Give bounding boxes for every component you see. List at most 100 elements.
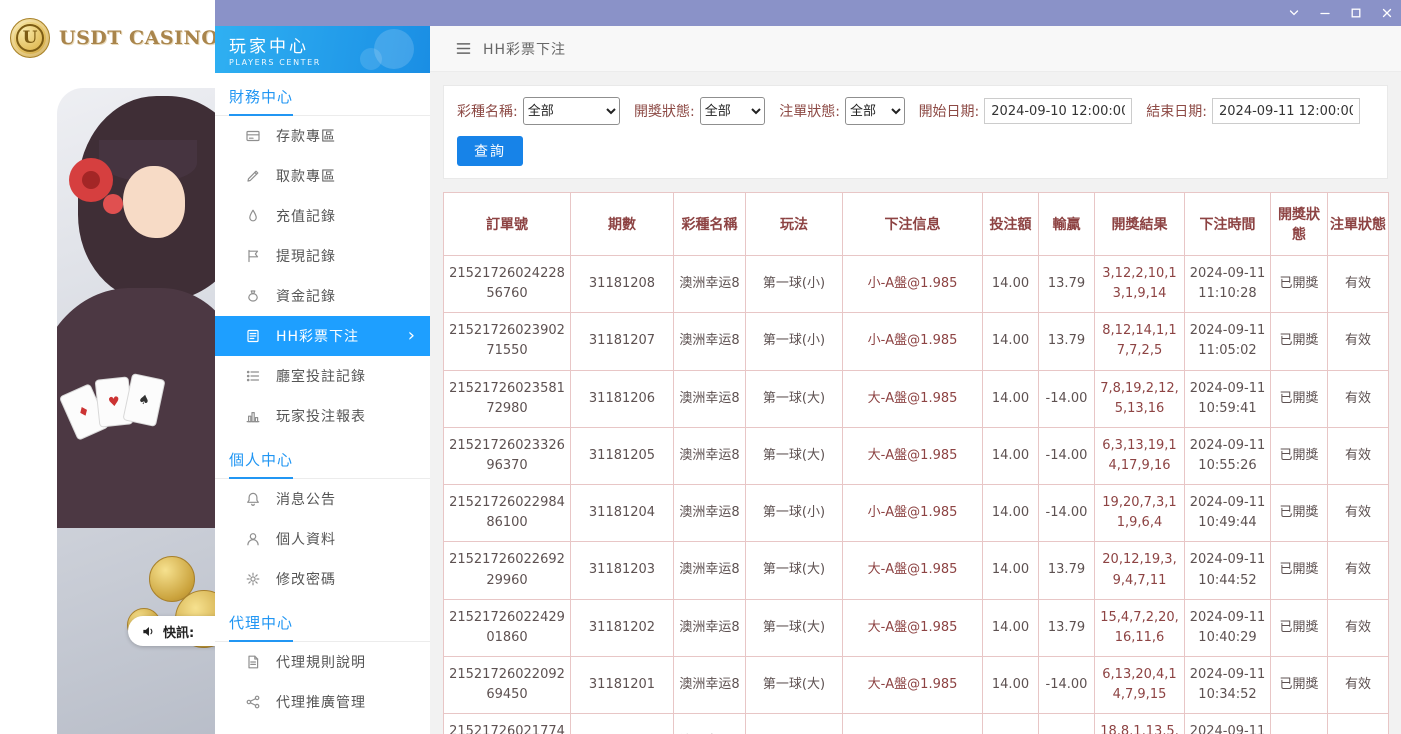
column-header: 彩種名稱 <box>674 193 746 256</box>
sidebar-item-recharge-record[interactable]: 充值記錄 <box>215 196 430 236</box>
sidebar-item-label: 消息公告 <box>276 489 336 509</box>
order-status-select[interactable]: 全部 <box>845 97 905 125</box>
cell-bet_time: 2024-09-11 11:05:02 <box>1185 313 1271 370</box>
sidebar-item-label: 充值記錄 <box>276 206 336 226</box>
content-topbar: HH彩票下注 <box>430 26 1401 72</box>
cell-order_no: 2152172602269229960 <box>444 542 571 599</box>
cell-period: 31181207 <box>571 313 674 370</box>
cell-bet_info: 小-A盤@1.985 <box>843 485 983 542</box>
sidebar-nav: 財務中心存款專區取款專區充值記錄提現記錄資金記錄HH彩票下注›廳室投註記錄玩家投… <box>215 73 430 722</box>
sidebar-item-announcements[interactable]: 消息公告 <box>215 479 430 519</box>
withdraw-icon <box>245 168 261 184</box>
brand-logo: U USDT CASINO <box>0 0 215 75</box>
cell-result: 6,3,13,19,14,17,9,16 <box>1095 427 1185 484</box>
column-header: 投注額 <box>983 193 1039 256</box>
sidebar-item-agent-rules[interactable]: 代理規則說明 <box>215 642 430 682</box>
cell-win: -14.00 <box>1039 714 1095 734</box>
cell-amount: 14.00 <box>983 485 1039 542</box>
cell-order_status: 有效 <box>1328 542 1389 599</box>
cell-win: -14.00 <box>1039 370 1095 427</box>
cell-draw_status: 已開獎 <box>1271 714 1328 734</box>
start-date-input[interactable] <box>984 98 1132 124</box>
cell-period: 31181202 <box>571 599 674 656</box>
content: 彩種名稱: 全部 開獎狀態: 全部 注單狀態: 全部 開始日期: 結束日期: 查… <box>430 72 1401 734</box>
report-icon <box>245 408 261 424</box>
cell-period: 31181200 <box>571 714 674 734</box>
cell-result: 3,12,2,10,13,1,9,14 <box>1095 256 1185 313</box>
sidebar-item-hall-bet-record[interactable]: 廳室投註記錄 <box>215 356 430 396</box>
sidebar-item-funds-record[interactable]: 資金記錄 <box>215 276 430 316</box>
cell-bet_time: 2024-09-11 10:49:44 <box>1185 485 1271 542</box>
sidebar-title: 玩家中心 <box>229 32 430 57</box>
cell-bet_time: 2024-09-11 10:44:52 <box>1185 542 1271 599</box>
cell-period: 31181206 <box>571 370 674 427</box>
cell-play: 第一球(小) <box>746 485 843 542</box>
user-icon <box>245 531 261 547</box>
cell-play: 第一球(小) <box>746 714 843 734</box>
close-button[interactable] <box>1381 7 1393 19</box>
cell-lottery: 澳洲幸运8 <box>674 313 746 370</box>
sidebar-item-withdraw[interactable]: 取款專區 <box>215 156 430 196</box>
cell-lottery: 澳洲幸运8 <box>674 427 746 484</box>
sidebar-item-label: 修改密碼 <box>276 569 336 589</box>
sidebar-item-label: 提現記錄 <box>276 246 336 266</box>
ticker-label: 快訊: <box>163 622 194 641</box>
cell-period: 31181204 <box>571 485 674 542</box>
coin-icon: U <box>10 18 50 58</box>
character-face <box>123 166 185 238</box>
column-header: 玩法 <box>746 193 843 256</box>
column-header: 輸贏 <box>1039 193 1095 256</box>
sidebar-item-change-password[interactable]: 修改密碼 <box>215 559 430 599</box>
sidebar-item-profile[interactable]: 個人資料 <box>215 519 430 559</box>
table-row: 215217260233269637031181205澳洲幸运8第一球(大)大-… <box>444 427 1389 484</box>
cell-period: 31181208 <box>571 256 674 313</box>
cell-result: 8,12,14,1,17,7,2,5 <box>1095 313 1185 370</box>
cell-order_no: 2152172602332696370 <box>444 427 571 484</box>
hall-icon <box>245 368 261 384</box>
cell-win: -14.00 <box>1039 485 1095 542</box>
share-icon <box>245 694 261 710</box>
sidebar: 玩家中心 PLAYERS CENTER 財務中心存款專區取款專區充值記錄提現記錄… <box>215 26 430 734</box>
sidebar-item-label: 代理推廣管理 <box>276 692 366 712</box>
cell-play: 第一球(小) <box>746 256 843 313</box>
cell-win: -14.00 <box>1039 427 1095 484</box>
news-ticker[interactable]: 快訊: <box>128 616 215 646</box>
orders-tbody: 215217260242285676031181208澳洲幸运8第一球(小)小-… <box>444 256 1389 734</box>
cell-order_no: 2152172602177444290 <box>444 714 571 734</box>
cell-play: 第一球(大) <box>746 542 843 599</box>
cell-draw_status: 已開獎 <box>1271 542 1328 599</box>
cell-bet_info: 大-A盤@1.985 <box>843 370 983 427</box>
cell-lottery: 澳洲幸运8 <box>674 599 746 656</box>
menu-icon[interactable] <box>456 42 471 55</box>
cell-result: 19,20,7,3,11,9,6,4 <box>1095 485 1185 542</box>
cell-draw_status: 已開獎 <box>1271 599 1328 656</box>
column-header: 開獎狀態 <box>1271 193 1328 256</box>
orders-table: 訂單號期數彩種名稱玩法下注信息投注額輸贏開獎結果下注時間開獎狀態注單狀態 215… <box>443 192 1388 734</box>
cell-amount: 14.00 <box>983 427 1039 484</box>
section-title: 代理中心 <box>215 599 430 642</box>
cell-play: 第一球(大) <box>746 599 843 656</box>
minimize-button[interactable] <box>1319 7 1331 19</box>
cell-bet_time: 2024-09-11 10:40:29 <box>1185 599 1271 656</box>
search-button[interactable]: 查詢 <box>457 136 523 166</box>
sidebar-item-player-bet-report[interactable]: 玩家投注報表 <box>215 396 430 436</box>
sidebar-item-hh-lottery-bets[interactable]: HH彩票下注› <box>215 316 430 356</box>
cell-order_status: 有效 <box>1328 256 1389 313</box>
page-title: HH彩票下注 <box>483 39 566 59</box>
chevron-down-icon[interactable] <box>1288 7 1300 19</box>
sidebar-item-deposit[interactable]: 存款專區 <box>215 116 430 156</box>
cell-bet_time: 2024-09-11 10:59:41 <box>1185 370 1271 427</box>
cell-period: 31181201 <box>571 656 674 713</box>
cell-play: 第一球(大) <box>746 370 843 427</box>
table-row: 215217260242285676031181208澳洲幸运8第一球(小)小-… <box>444 256 1389 313</box>
maximize-button[interactable] <box>1350 7 1362 19</box>
lottery-select[interactable]: 全部 <box>523 97 620 125</box>
draw-status-select[interactable]: 全部 <box>700 97 766 125</box>
sidebar-item-label: HH彩票下注 <box>276 326 359 346</box>
column-header: 下注時間 <box>1185 193 1271 256</box>
sidebar-item-cashout-record[interactable]: 提現記錄 <box>215 236 430 276</box>
sidebar-item-agent-promotion[interactable]: 代理推廣管理 <box>215 682 430 722</box>
cell-lottery: 澳洲幸运8 <box>674 256 746 313</box>
start-date-label: 開始日期: <box>919 101 980 121</box>
end-date-input[interactable] <box>1212 98 1360 124</box>
